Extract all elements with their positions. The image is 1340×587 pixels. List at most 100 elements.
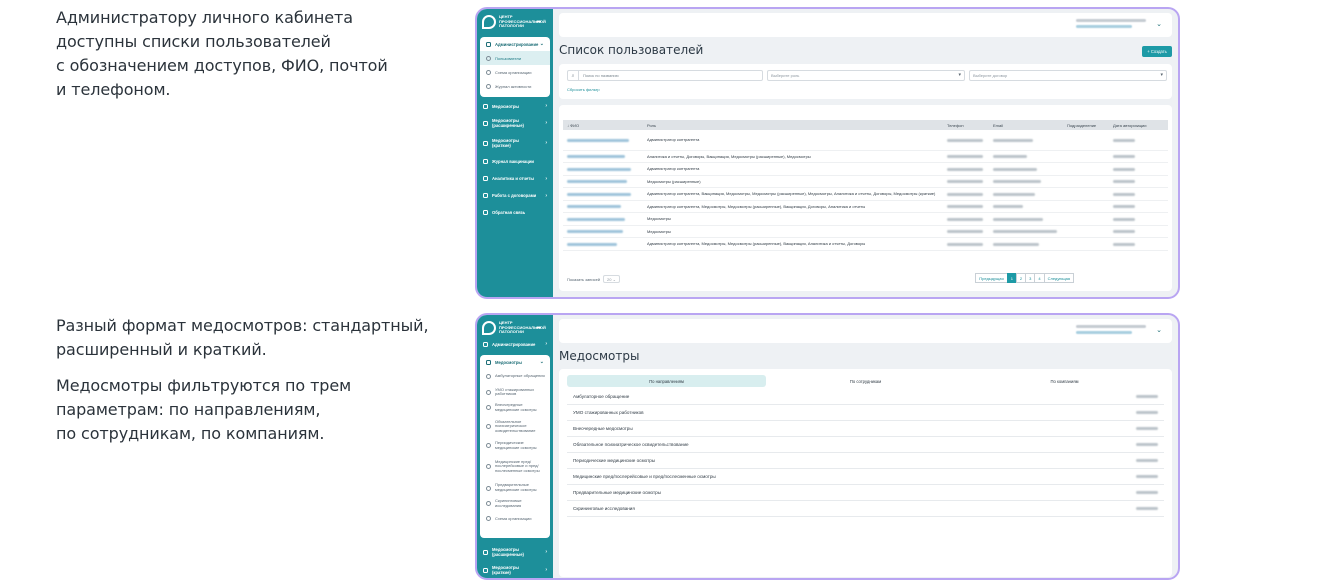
preliminary-icon [486, 485, 491, 491]
more-dots-icon[interactable]: ••• [536, 19, 541, 26]
sidebar-item-medexams[interactable]: Медосмотры › [477, 99, 553, 113]
sidebar-item-periodic[interactable]: Периодические медицинские осмотры [480, 438, 550, 454]
list-item[interactable]: Периодические медицинские осмотры [567, 453, 1164, 469]
date-cell [1109, 150, 1168, 163]
redacted-name[interactable] [567, 155, 625, 159]
sidebar-item-users[interactable]: Пользователи [480, 51, 550, 65]
sidebar-item-org-scheme[interactable]: Схема организации [480, 512, 550, 526]
column-header-department[interactable]: Подразделение [1063, 120, 1109, 130]
chevron-down-icon: ⌄ [539, 359, 544, 365]
sidebar-item-contracts[interactable]: Работа с договорами › [477, 187, 553, 204]
pagination-next[interactable]: Следующая [1043, 273, 1074, 283]
table-row[interactable]: Администратор контрагента [563, 130, 1168, 151]
sidebar-item-umo[interactable]: УМО стажированных работников [480, 385, 550, 401]
column-header-role[interactable]: Роль [643, 120, 943, 130]
menu-item-admin[interactable]: Администрирование ⌄ [480, 37, 550, 51]
sub-item-label: Схема организации [495, 516, 532, 522]
sidebar-item-feedback[interactable]: Обратная связь [477, 204, 553, 221]
sidebar-item-medexams-short[interactable]: Медосмотры (краткие) › [477, 561, 553, 578]
chevron-down-icon[interactable]: ⌄ [1156, 20, 1162, 28]
search-input[interactable]: ⌕ Поиск по названию [567, 70, 763, 81]
phone-cell [943, 200, 989, 213]
sidebar-item-ambulatory[interactable]: Амбулаторные обращения [480, 369, 550, 385]
redacted-name[interactable] [567, 230, 623, 234]
logo[interactable]: ЦЕНТР ПРОФЕССИОНАЛЬНОЙ ПАТОЛОГИИ ••• [482, 12, 548, 32]
name-cell[interactable] [563, 187, 643, 201]
name-cell[interactable] [563, 225, 643, 238]
phone-cell [943, 175, 989, 188]
name-cell[interactable] [563, 237, 643, 251]
sidebar-item-activity-log[interactable]: Журнал активности [480, 79, 550, 93]
user-menu[interactable] [1076, 325, 1146, 337]
menu-item-medexams[interactable]: Медосмотры ⌄ [480, 355, 550, 369]
redacted-name[interactable] [567, 205, 621, 209]
sidebar-item-psychiatric[interactable]: Обязательное психиатрическое освидетельс… [480, 416, 550, 438]
name-cell[interactable] [563, 175, 643, 188]
table-row[interactable]: Аналитика и отчеты, Договоры, Вакцинация… [563, 150, 1168, 163]
list-item[interactable]: Предварительные медицинские осмотры [567, 485, 1164, 501]
list-item[interactable]: Медицинские пред/послерейсовые и пред/по… [567, 469, 1164, 485]
sidebar-item-preliminary[interactable]: Предварительные медицинские осмотры [480, 480, 550, 496]
date-cell [1109, 212, 1168, 226]
sidebar-item-pre-post-trip[interactable]: Медицинские пред/послерейсовые и пред/по… [480, 453, 550, 480]
pagination-prev[interactable]: Предыдущая [975, 273, 1008, 283]
logo[interactable]: ЦЕНТР ПРОФЕССИОНАЛЬНОЙ ПАТОЛОГИИ ••• [482, 318, 548, 338]
table-row[interactable]: Медосмотры [563, 225, 1168, 238]
tab-by-employee[interactable]: По сотрудникам [766, 375, 965, 387]
sidebar-item-medexams-extended[interactable]: Медосмотры (расширенные) › [477, 113, 553, 133]
column-header-name[interactable]: ↓ ФИО [563, 120, 643, 130]
list-item[interactable]: Амбулаторное обращение [567, 389, 1164, 405]
reset-filter-link[interactable]: Сбросить фильтр [567, 87, 600, 92]
table-row[interactable]: Медосмотры (расширенные) [563, 175, 1168, 188]
create-button[interactable]: + Создать [1142, 46, 1172, 57]
list-item[interactable]: Скрининговые исследования [567, 501, 1164, 517]
sidebar-item-medexams-short[interactable]: Медосмотры (краткие) › [477, 133, 553, 153]
sidebar-item-vaccination[interactable]: Журнал вакцинации [477, 153, 553, 170]
redacted-name[interactable] [567, 167, 631, 171]
department-cell [1063, 175, 1109, 188]
redacted-name[interactable] [567, 138, 629, 142]
email-cell [989, 225, 1063, 238]
user-menu[interactable] [1076, 19, 1146, 31]
redacted-name[interactable] [567, 180, 627, 184]
column-header-email[interactable]: Email [989, 120, 1063, 130]
redacted-name[interactable] [567, 242, 617, 246]
page: Администратору личного кабинета доступны… [0, 0, 1340, 587]
table-row[interactable]: Администратор контрагента [563, 162, 1168, 176]
chevron-down-icon[interactable]: ⌄ [1156, 326, 1162, 334]
sidebar-item-admin[interactable]: Администрирование › [477, 337, 553, 351]
date-cell [1109, 130, 1168, 151]
menu-list: Медосмотры › Медосмотры (расширенные) › Ме… [477, 99, 553, 221]
tab-by-direction[interactable]: По направлениям [567, 375, 766, 387]
name-cell[interactable] [563, 200, 643, 213]
per-page-select[interactable]: 20 ⌄ [603, 275, 620, 283]
sidebar-item-medexams-extended[interactable]: Медосмотры (расширенные) › [477, 543, 553, 561]
list-item[interactable]: Внеочередные медосмотры [567, 421, 1164, 437]
redacted-name[interactable] [567, 217, 625, 221]
column-header-auth-date[interactable]: Дата авторизации [1109, 120, 1168, 130]
role-select[interactable]: Выберите роль ▾ [767, 70, 965, 81]
name-cell[interactable] [563, 130, 643, 151]
list-item[interactable]: УМО стажированных работников [567, 405, 1164, 421]
table-row[interactable]: Администратор контрагента, Медосмотры, М… [563, 237, 1168, 251]
table-row[interactable]: Администратор контрагента, Вакцинация, М… [563, 187, 1168, 201]
name-cell[interactable] [563, 162, 643, 176]
redacted-name[interactable] [567, 192, 631, 196]
more-dots-icon[interactable]: ••• [536, 325, 541, 332]
menu-item-label: Работа с договорами [492, 193, 537, 198]
sidebar-item-org-scheme[interactable]: Схема организации [480, 65, 550, 79]
sidebar-item-analytics[interactable]: Аналитика и отчеты › [477, 170, 553, 187]
journal-icon [486, 83, 491, 89]
table-row[interactable]: Администратор контрагента, Медосмотры, М… [563, 200, 1168, 213]
name-cell[interactable] [563, 212, 643, 226]
sidebar-item-screening[interactable]: Скрининговые исследования [480, 496, 550, 512]
column-header-phone[interactable]: Телефон [943, 120, 989, 130]
list-item[interactable]: Обязательное психиатрическое освидетельс… [567, 437, 1164, 453]
tab-by-company[interactable]: По компаниям [965, 375, 1164, 387]
contract-select[interactable]: Выберите договор ▾ [969, 70, 1167, 81]
list-item-label: Обязательное психиатрическое освидетельс… [573, 442, 689, 447]
table-row[interactable]: Медосмотры [563, 212, 1168, 226]
sidebar-item-extraordinary[interactable]: Внеочередные медицинские осмотры [480, 400, 550, 416]
name-cell[interactable] [563, 150, 643, 163]
analytics-icon [483, 176, 488, 181]
